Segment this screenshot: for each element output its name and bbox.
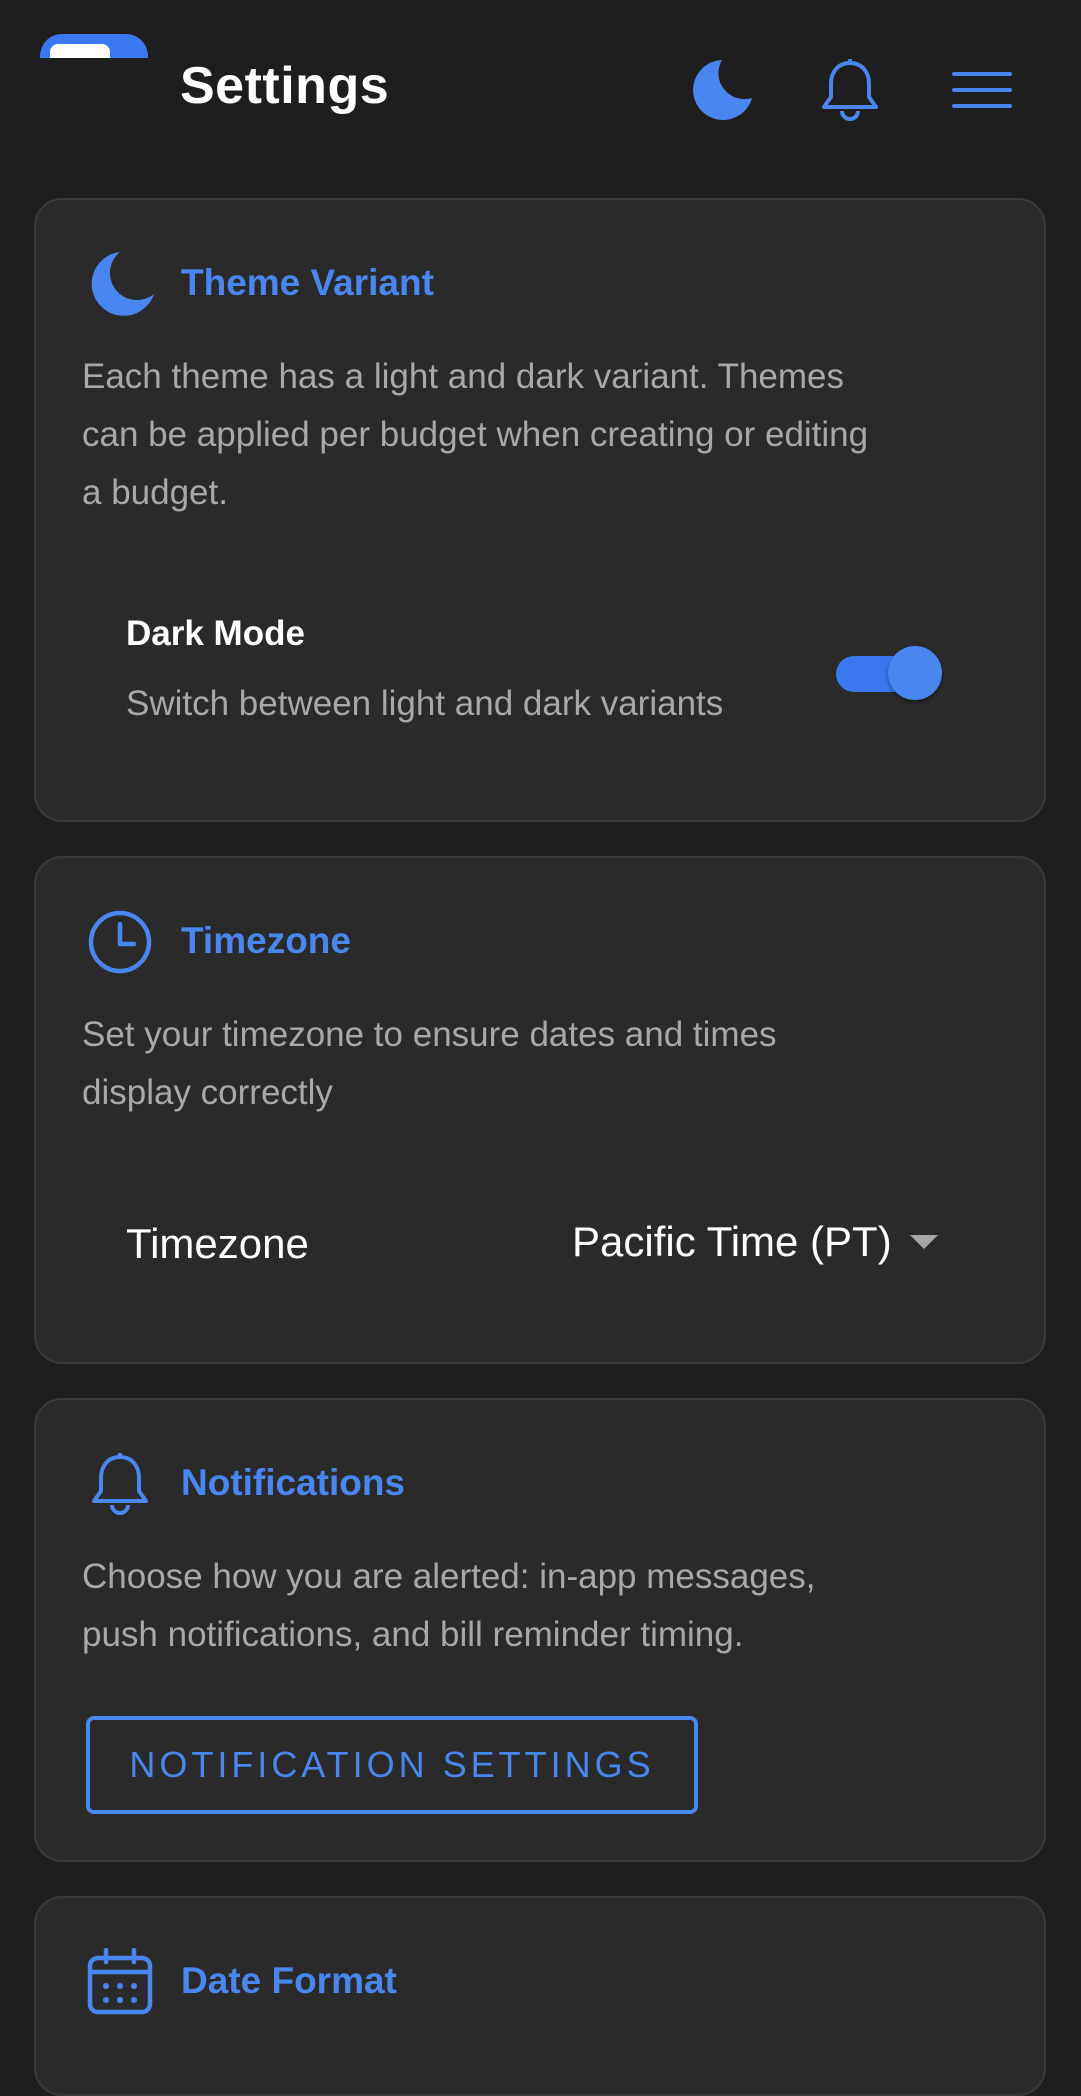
- page-title: Settings: [180, 57, 390, 115]
- bell-icon: [92, 1453, 148, 1515]
- caret-down-icon: [909, 1235, 938, 1249]
- notifications-title: Notifications: [181, 1462, 406, 1503]
- notifications-description: Choose how you are alerted: in-app messa…: [82, 1557, 816, 1654]
- theme-variant-card: Theme Variant Each theme has a light and…: [34, 198, 1046, 822]
- bell-icon: [822, 59, 878, 121]
- moon-icon: [693, 60, 752, 120]
- date-format-title: Date Format: [181, 1960, 397, 2001]
- theme-variant-description: Each theme has a light and dark variant.…: [82, 357, 869, 512]
- app-logo[interactable]: [40, 34, 148, 58]
- menu-icon: [952, 72, 1012, 108]
- notification-settings-button[interactable]: NOTIFICATION SETTINGS: [86, 1716, 698, 1814]
- calendar-icon: [87, 1948, 153, 2015]
- dark-mode-sublabel: Switch between light and dark variants: [126, 684, 724, 723]
- moon-icon: [91, 252, 154, 316]
- dark-mode-label: Dark Mode: [126, 614, 305, 653]
- theme-variant-title: Theme Variant: [181, 262, 434, 303]
- menu-button[interactable]: [942, 50, 1022, 130]
- timezone-select[interactable]: Pacific Time (PT): [572, 1218, 938, 1266]
- notifications-button[interactable]: [810, 50, 890, 130]
- timezone-description: Set your timezone to ensure dates and ti…: [82, 1015, 777, 1112]
- clock-icon: [88, 910, 152, 974]
- timezone-card: Timezone Set your timezone to ensure dat…: [34, 856, 1046, 1364]
- dark-mode-toggle[interactable]: [836, 646, 942, 700]
- app-header: Settings: [0, 0, 1081, 180]
- timezone-field-label: Timezone: [126, 1220, 309, 1267]
- timezone-selected-value: Pacific Time (PT): [572, 1218, 892, 1265]
- timezone-title: Timezone: [181, 920, 351, 961]
- date-format-card: Date Format: [34, 1896, 1046, 2096]
- theme-toggle-button[interactable]: [680, 50, 760, 130]
- notifications-card: Notifications Choose how you are alerted…: [34, 1398, 1046, 1862]
